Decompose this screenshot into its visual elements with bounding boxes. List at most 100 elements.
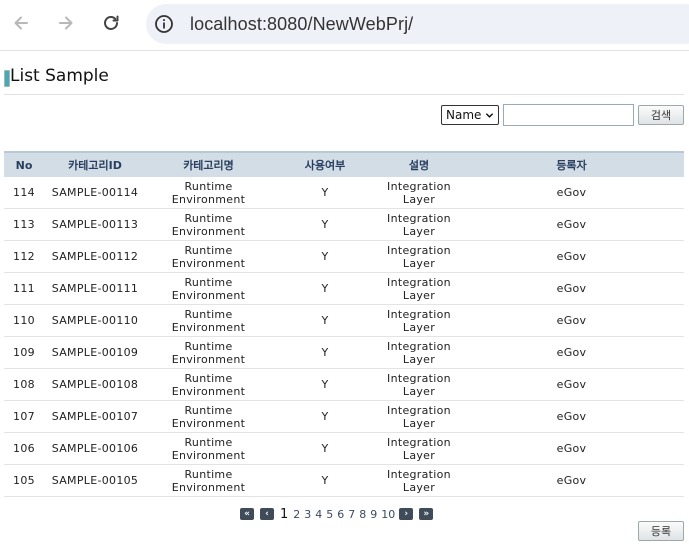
row-category-name: Runtime Environment (146, 304, 271, 337)
row-category-id-link[interactable]: SAMPLE-00105 (44, 464, 146, 497)
row-registrant: eGov (459, 432, 684, 465)
search-bar: Name 검색 (0, 104, 689, 128)
table-row[interactable]: 112 SAMPLE-00112 Runtime Environment Y I… (4, 240, 684, 273)
column-header-description: 설명 (379, 151, 459, 177)
page-link[interactable]: 3 (304, 508, 311, 521)
first-page-button[interactable]: « (240, 508, 254, 520)
page-link[interactable]: 4 (315, 508, 322, 521)
row-description: Integration Layer (379, 177, 459, 209)
row-use-yn: Y (271, 368, 379, 401)
table-row[interactable]: 114 SAMPLE-00114 Runtime Environment Y I… (4, 177, 684, 209)
row-description: Integration Layer (379, 336, 459, 369)
row-registrant: eGov (459, 400, 684, 433)
search-keyword-input[interactable] (503, 104, 634, 126)
row-registrant: eGov (459, 336, 684, 369)
row-use-yn: Y (271, 336, 379, 369)
search-condition-value: Name (446, 108, 482, 122)
row-category-id-link[interactable]: SAMPLE-00109 (44, 336, 146, 369)
row-category-id-link[interactable]: SAMPLE-00114 (44, 177, 146, 209)
last-page-button[interactable]: » (419, 508, 434, 520)
column-header-no: No (4, 151, 44, 177)
row-registrant: eGov (459, 208, 684, 241)
row-description: Integration Layer (379, 240, 459, 273)
page-link[interactable]: 10 (381, 508, 395, 521)
column-header-use-yn: 사용여부 (271, 151, 379, 177)
register-button[interactable]: 등록 (638, 521, 684, 541)
row-registrant: eGov (459, 368, 684, 401)
page-header: List Sample (4, 64, 684, 95)
row-registrant: eGov (459, 177, 684, 209)
search-button[interactable]: 검색 (638, 105, 684, 125)
row-category-name: Runtime Environment (146, 368, 271, 401)
search-condition-select[interactable]: Name (441, 105, 499, 125)
reload-icon (104, 15, 119, 30)
row-category-name: Runtime Environment (146, 240, 271, 273)
table-row[interactable]: 113 SAMPLE-00113 Runtime Environment Y I… (4, 208, 684, 241)
table-row[interactable]: 106 SAMPLE-00106 Runtime Environment Y I… (4, 432, 684, 465)
page-link[interactable]: 5 (326, 508, 333, 521)
reload-button[interactable] (98, 10, 124, 36)
arrow-left-icon (14, 16, 28, 30)
browser-toolbar: localhost:8080/NewWebPrj/ (0, 0, 689, 51)
row-no: 108 (4, 368, 44, 401)
row-use-yn: Y (271, 208, 379, 241)
page-link[interactable]: 2 (293, 508, 300, 521)
row-registrant: eGov (459, 464, 684, 497)
forward-button[interactable] (53, 10, 79, 36)
row-category-id-link[interactable]: SAMPLE-00107 (44, 400, 146, 433)
row-no: 111 (4, 272, 44, 305)
row-use-yn: Y (271, 432, 379, 465)
table-row[interactable]: 105 SAMPLE-00105 Runtime Environment Y I… (4, 464, 684, 497)
row-description: Integration Layer (379, 272, 459, 305)
table-row[interactable]: 109 SAMPLE-00109 Runtime Environment Y I… (4, 336, 684, 369)
row-no: 112 (4, 240, 44, 273)
table-row[interactable]: 108 SAMPLE-00108 Runtime Environment Y I… (4, 368, 684, 401)
row-category-id-link[interactable]: SAMPLE-00113 (44, 208, 146, 241)
row-description: Integration Layer (379, 208, 459, 241)
next-page-button[interactable]: › (399, 508, 414, 520)
page-title: List Sample (10, 66, 109, 86)
row-category-name: Runtime Environment (146, 400, 271, 433)
row-registrant: eGov (459, 304, 684, 337)
row-use-yn: Y (271, 464, 379, 497)
row-category-name: Runtime Environment (146, 432, 271, 465)
page-link[interactable]: 6 (337, 508, 344, 521)
page-link-current: 1 (280, 506, 289, 522)
row-category-id-link[interactable]: SAMPLE-00106 (44, 432, 146, 465)
arrow-right-icon (59, 16, 73, 30)
row-description: Integration Layer (379, 400, 459, 433)
chevron-down-icon (485, 113, 494, 118)
row-registrant: eGov (459, 240, 684, 273)
row-category-id-link[interactable]: SAMPLE-00108 (44, 368, 146, 401)
row-no: 106 (4, 432, 44, 465)
column-header-category-name: 카테고리명 (146, 151, 271, 177)
row-use-yn: Y (271, 177, 379, 209)
address-bar[interactable]: localhost:8080/NewWebPrj/ (146, 4, 689, 44)
row-use-yn: Y (271, 272, 379, 305)
row-category-name: Runtime Environment (146, 464, 271, 497)
page-link[interactable]: 7 (348, 508, 355, 521)
row-use-yn: Y (271, 304, 379, 337)
page-link[interactable]: 9 (370, 508, 377, 521)
category-list-table: No 카테고리ID 카테고리명 사용여부 설명 등록자 114 SAMPLE-0… (4, 151, 684, 497)
back-button[interactable] (8, 10, 34, 36)
row-description: Integration Layer (379, 368, 459, 401)
row-category-name: Runtime Environment (146, 177, 271, 209)
url-text[interactable]: localhost:8080/NewWebPrj/ (190, 14, 413, 35)
row-category-id-link[interactable]: SAMPLE-00112 (44, 240, 146, 273)
table-row[interactable]: 111 SAMPLE-00111 Runtime Environment Y I… (4, 272, 684, 305)
table-row[interactable]: 110 SAMPLE-00110 Runtime Environment Y I… (4, 304, 684, 337)
row-category-name: Runtime Environment (146, 208, 271, 241)
column-header-registrant: 등록자 (459, 151, 684, 177)
row-description: Integration Layer (379, 464, 459, 497)
page-link[interactable]: 8 (359, 508, 366, 521)
table-row[interactable]: 107 SAMPLE-00107 Runtime Environment Y I… (4, 400, 684, 433)
row-registrant: eGov (459, 272, 684, 305)
row-category-name: Runtime Environment (146, 272, 271, 305)
info-icon[interactable] (154, 14, 174, 34)
row-category-id-link[interactable]: SAMPLE-00111 (44, 272, 146, 305)
prev-page-button[interactable]: ‹ (260, 508, 274, 520)
row-category-id-link[interactable]: SAMPLE-00110 (44, 304, 146, 337)
row-no: 109 (4, 336, 44, 369)
column-header-category-id: 카테고리ID (44, 151, 146, 177)
